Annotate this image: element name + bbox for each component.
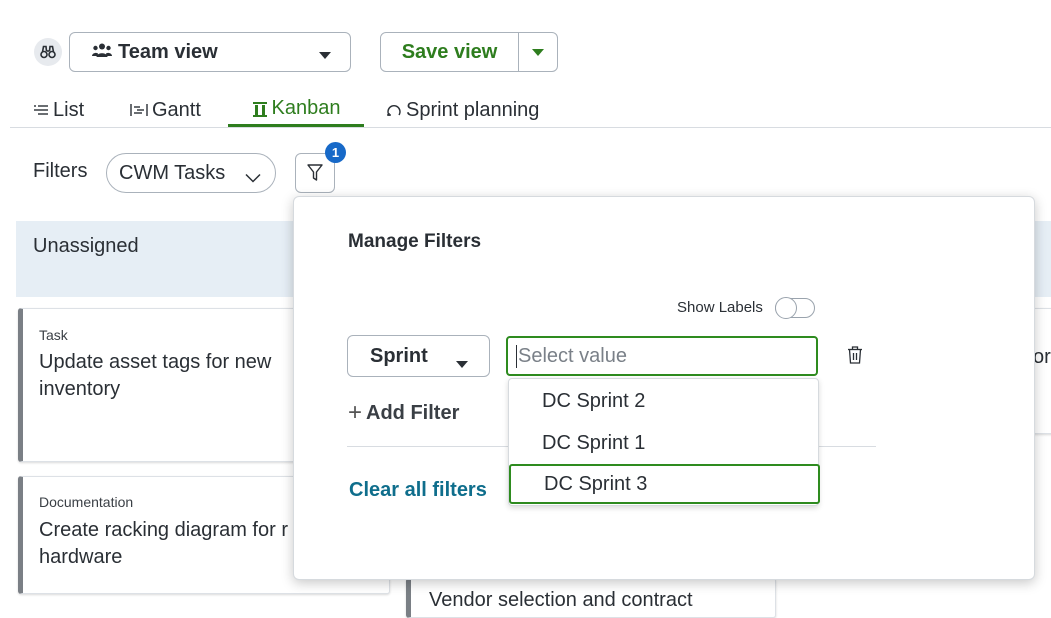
dropdown-option[interactable]: DC Sprint 1 bbox=[509, 423, 818, 463]
filter-count-badge: 1 bbox=[325, 142, 346, 163]
toggle-knob bbox=[775, 297, 797, 319]
add-filter-label: Add Filter bbox=[366, 401, 460, 424]
kanban-card[interactable]: Vendor selection and contract bbox=[406, 578, 776, 618]
kanban-icon bbox=[252, 101, 268, 117]
show-labels-toggle[interactable] bbox=[775, 297, 815, 319]
filter-value-placeholder: Select value bbox=[518, 344, 627, 367]
card-title: Update asset tags for new inventory bbox=[39, 351, 272, 400]
save-view-dropdown-button[interactable] bbox=[519, 33, 557, 71]
sprint-icon bbox=[386, 102, 402, 118]
funnel-icon bbox=[307, 164, 323, 181]
view-select[interactable]: Team view bbox=[69, 32, 351, 72]
caret-down-icon bbox=[455, 352, 469, 375]
card-title-fragment: or bbox=[1033, 346, 1051, 368]
text-cursor bbox=[516, 345, 517, 368]
caret-down-icon bbox=[532, 48, 544, 56]
filter-value-dropdown: DC Sprint 2 DC Sprint 1 DC Sprint 3 bbox=[508, 378, 820, 506]
tab-list[interactable]: List bbox=[33, 93, 84, 127]
tab-sprint-planning-label: Sprint planning bbox=[406, 98, 540, 121]
column-title: Unassigned bbox=[33, 235, 139, 257]
binoculars-icon[interactable] bbox=[34, 38, 62, 66]
dropdown-option[interactable]: DC Sprint 2 bbox=[509, 381, 818, 421]
card-title: Create racking diagram for r hardware bbox=[39, 519, 288, 568]
filter-field-label: Sprint bbox=[370, 344, 428, 367]
filters-label: Filters bbox=[33, 160, 88, 182]
card-type: Documentation bbox=[39, 494, 134, 510]
tab-gantt-label: Gantt bbox=[152, 98, 201, 121]
manage-filters-heading: Manage Filters bbox=[348, 231, 482, 252]
view-select-label: Team view bbox=[118, 40, 218, 63]
tab-gantt[interactable]: Gantt bbox=[130, 93, 201, 127]
tab-list-label: List bbox=[53, 98, 85, 121]
filter-set-label: CWM Tasks bbox=[119, 161, 226, 184]
clear-all-filters-link[interactable]: Clear all filters bbox=[349, 479, 487, 502]
tab-sprint-planning[interactable]: Sprint planning bbox=[386, 93, 539, 127]
chevron-down-icon bbox=[318, 47, 332, 65]
card-type: Task bbox=[39, 327, 68, 343]
gantt-icon bbox=[130, 103, 148, 117]
list-icon bbox=[33, 103, 49, 117]
chevron-down-icon bbox=[245, 166, 261, 189]
save-view-button-group: Save view bbox=[380, 32, 558, 72]
filter-field-select[interactable]: Sprint bbox=[347, 335, 490, 377]
show-labels-label: Show Labels bbox=[677, 299, 763, 316]
tab-kanban[interactable]: Kanban bbox=[228, 93, 364, 127]
tabs-divider bbox=[10, 127, 1051, 128]
save-view-button[interactable]: Save view bbox=[381, 33, 519, 71]
filter-value-input[interactable]: Select value bbox=[506, 336, 818, 376]
add-filter-button[interactable]: + Add Filter bbox=[348, 399, 459, 427]
filter-set-select[interactable]: CWM Tasks bbox=[106, 153, 276, 193]
plus-icon: + bbox=[348, 399, 363, 426]
trash-icon[interactable] bbox=[847, 346, 863, 369]
manage-filters-popover: Manage Filters Show Labels Sprint Select… bbox=[293, 196, 1035, 580]
tab-kanban-label: Kanban bbox=[271, 97, 341, 119]
dropdown-option-highlighted[interactable]: DC Sprint 3 bbox=[509, 464, 820, 504]
team-icon bbox=[92, 43, 112, 62]
